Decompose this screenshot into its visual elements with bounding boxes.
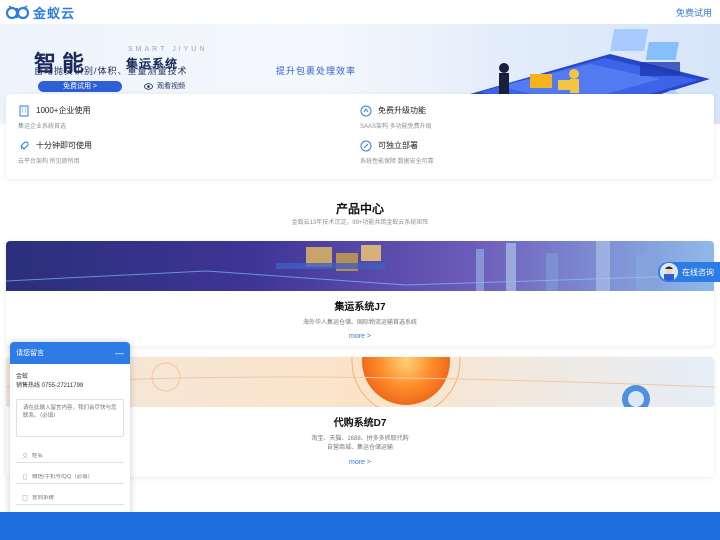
- hero-trial-button[interactable]: 免费试用 >: [38, 81, 122, 92]
- product-card-j7[interactable]: 集运系统J7 海外华人集运仓储、国际物流运输首选系统 more >: [6, 241, 714, 346]
- feature-desc: SAAS架构 多功能免费升级: [360, 124, 432, 130]
- feature-title: 免费升级功能: [378, 106, 426, 115]
- free-trial-link[interactable]: 免费试用: [676, 6, 712, 19]
- company-name: 金蚁: [16, 374, 29, 380]
- feature-desc: 云平台架构 所见即所用: [18, 159, 80, 165]
- interest-field[interactable]: [16, 492, 124, 505]
- hero-title-en: SMART JIYUN: [128, 46, 208, 53]
- agent-avatar: [660, 263, 678, 281]
- minimize-button[interactable]: —: [115, 348, 124, 358]
- document-icon: [22, 495, 28, 501]
- building-icon: [19, 105, 29, 117]
- logo[interactable]: 金蚁云: [6, 3, 75, 22]
- feature-desc: 集运企业系统首选: [18, 124, 67, 130]
- product-title: 集运系统J7: [334, 302, 386, 313]
- phone-icon: [23, 474, 27, 480]
- brand-name: 金蚁云: [33, 5, 76, 21]
- eye-icon: [144, 82, 153, 90]
- message-header: 请您留言 —: [10, 342, 130, 364]
- interest-input[interactable]: [32, 495, 122, 501]
- message-title: 请您留言: [16, 350, 44, 357]
- product-desc: 海外华人集运仓储、国际物流运输首选系统: [302, 320, 417, 326]
- feature-desc: 系统性能保障 数据安全可靠: [360, 159, 434, 165]
- product-image: [6, 241, 714, 291]
- feature-title: 1000+企业使用: [36, 106, 91, 115]
- user-icon: [22, 453, 28, 459]
- online-consult-label: 在线咨询: [682, 267, 714, 277]
- logo-icon: [6, 5, 30, 20]
- product-center-subtitle: 金蚁云13年技术沉淀，99+功能共筑金蚁云系统矩阵: [291, 220, 429, 226]
- rocket-icon: [20, 141, 29, 150]
- product-center-title: 产品中心: [335, 202, 384, 216]
- deploy-icon: [360, 140, 372, 152]
- watch-video-link[interactable]: 观看视频: [144, 81, 185, 91]
- upgrade-icon: [360, 105, 372, 117]
- leave-message-widget: 请您留言 — 金蚁 销售热线 0755-27211799 提交: [10, 342, 130, 540]
- watch-video-label: 观看视频: [157, 83, 185, 90]
- contact-input[interactable]: [32, 474, 122, 480]
- hero-tagline: 自动抛货识别/体积、重量测量技术: [34, 66, 188, 76]
- feature-title: 十分钟即可使用: [36, 141, 92, 150]
- footer-banner: [0, 512, 720, 540]
- hero-slogan: 提升包裹处理效率: [276, 66, 357, 76]
- top-navbar: 金蚁云 免费试用: [0, 0, 720, 24]
- sales-hotline: 销售热线 0755-27211799: [16, 383, 84, 389]
- name-input[interactable]: [32, 453, 122, 459]
- online-consult-button[interactable]: 在线咨询: [658, 262, 720, 282]
- contact-field[interactable]: [16, 471, 124, 484]
- name-field[interactable]: [16, 450, 124, 463]
- message-textarea[interactable]: [16, 399, 124, 437]
- feature-title: 可独立部署: [378, 141, 418, 150]
- product-more-link[interactable]: more >: [6, 333, 714, 340]
- features-card: 1000+企业使用 集运企业系统首选 免费升级功能 SAAS架构 多功能免费升级…: [6, 94, 714, 179]
